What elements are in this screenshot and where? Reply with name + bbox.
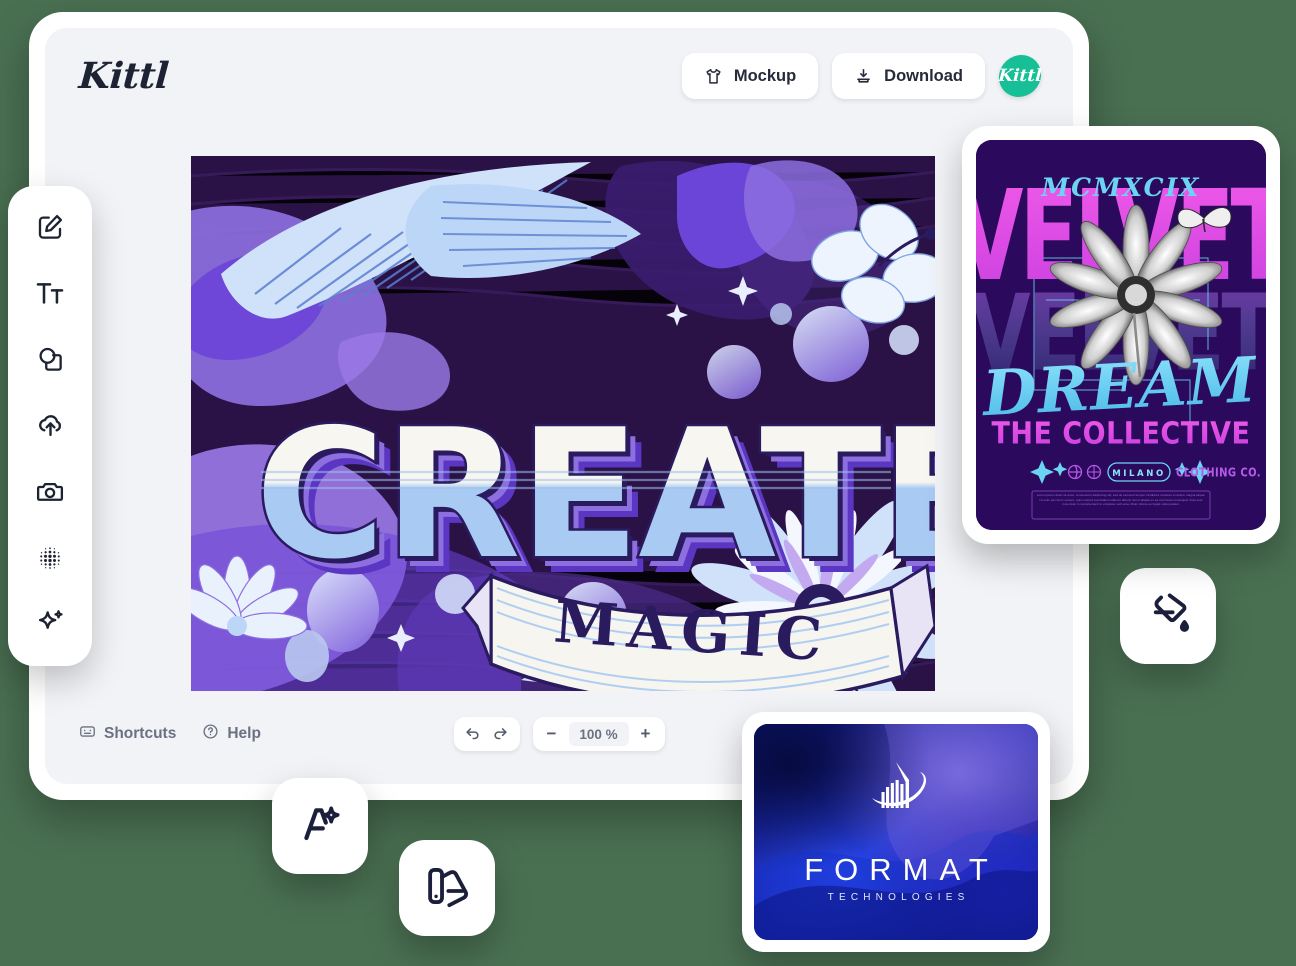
- camera-icon: [35, 476, 65, 509]
- kittl-logo: Kittl: [77, 55, 170, 97]
- download-label: Download: [884, 66, 963, 85]
- app-window: Kittl Mockup Download Kittl CREAT CREATE…: [29, 12, 1089, 800]
- format-subtitle: TECHNOLOGIES: [827, 892, 970, 903]
- format-gradient-mesh: [754, 724, 1038, 940]
- tshirt-icon: [704, 67, 723, 86]
- effects-tool[interactable]: [26, 600, 74, 648]
- zoom-in-button[interactable]: +: [632, 720, 660, 748]
- fill-tool-card[interactable]: [1120, 568, 1216, 664]
- poster-body-text: Lorem ipsum dolor sit amet, consectetur …: [1036, 493, 1206, 507]
- user-avatar[interactable]: Kittl: [997, 55, 1043, 97]
- redo-button[interactable]: [487, 720, 515, 748]
- download-button[interactable]: Download: [832, 53, 985, 99]
- mockup-button[interactable]: Mockup: [681, 53, 819, 99]
- paint-bucket-icon: [1145, 591, 1191, 642]
- poster-artwork: VELVET VELVET MCMXCIX: [976, 140, 1266, 530]
- halftone-dots-icon: [35, 542, 65, 575]
- text-tt-icon: [34, 277, 66, 312]
- building-orbit-icon: [872, 762, 927, 808]
- undo-arrow-icon: [464, 724, 481, 744]
- poster-tagline-text: THE COLLECTIVE: [991, 415, 1250, 451]
- question-circle-icon: [202, 723, 219, 745]
- letter-a-sparkle-icon: [296, 800, 344, 853]
- zoom-controls: − 100 % +: [532, 717, 665, 751]
- undo-button[interactable]: [459, 720, 487, 748]
- app-surface: Kittl Mockup Download Kittl CREAT CREATE…: [45, 28, 1073, 784]
- sparkle-icon: [35, 607, 66, 641]
- poster-imprint-text: CLOTHING CO.: [1176, 466, 1261, 480]
- keyboard-icon: [79, 723, 96, 745]
- edit-tool[interactable]: [26, 204, 74, 252]
- help-button[interactable]: Help: [202, 723, 261, 745]
- color-swatch-card[interactable]: [399, 840, 495, 936]
- poster-eyebrow-text: MCMXCIX: [1040, 173, 1200, 202]
- shapes-tool[interactable]: [26, 336, 74, 384]
- top-actions: Mockup Download Kittl: [681, 53, 1043, 99]
- ai-text-card[interactable]: [272, 778, 368, 874]
- velvet-dream-poster-card[interactable]: VELVET VELVET MCMXCIX: [962, 126, 1280, 544]
- shapes-icon: [35, 344, 65, 377]
- shortcuts-label: Shortcuts: [104, 725, 177, 742]
- text-tool[interactable]: [26, 270, 74, 318]
- top-bar: Kittl Mockup Download Kittl: [45, 28, 1073, 124]
- redo-arrow-icon: [492, 724, 509, 744]
- canvas-artwork: CREATE CREATE CREATE CREATE: [191, 156, 935, 691]
- history-controls: [453, 717, 520, 751]
- format-technologies-card[interactable]: FORMAT TECHNOLOGIES: [742, 712, 1050, 952]
- svg-text:CREATE: CREATE: [255, 391, 935, 598]
- format-wordmark: FORMAT: [804, 852, 999, 887]
- download-icon: [854, 67, 873, 86]
- poster-svg: VELVET VELVET MCMXCIX: [976, 140, 1266, 530]
- pencil-square-icon: [35, 212, 65, 245]
- format-artwork: FORMAT TECHNOLOGIES: [754, 724, 1038, 940]
- zoom-level-value[interactable]: 100 %: [568, 722, 629, 746]
- upload-tool[interactable]: [26, 402, 74, 450]
- mockup-label: Mockup: [733, 66, 797, 85]
- cloud-upload-icon: [35, 409, 66, 443]
- photos-tool[interactable]: [26, 468, 74, 516]
- help-label: Help: [227, 725, 261, 742]
- design-canvas[interactable]: CREATE CREATE CREATE CREATE: [191, 156, 935, 691]
- swatch-fan-icon: [424, 863, 470, 914]
- bottom-left-actions: Shortcuts Help: [79, 723, 261, 745]
- shortcuts-button[interactable]: Shortcuts: [79, 723, 176, 745]
- texture-tool[interactable]: [26, 534, 74, 582]
- poster-badge-text: MILANO: [1112, 469, 1166, 479]
- zoom-out-button[interactable]: −: [538, 720, 566, 748]
- left-tool-rail: [8, 186, 92, 666]
